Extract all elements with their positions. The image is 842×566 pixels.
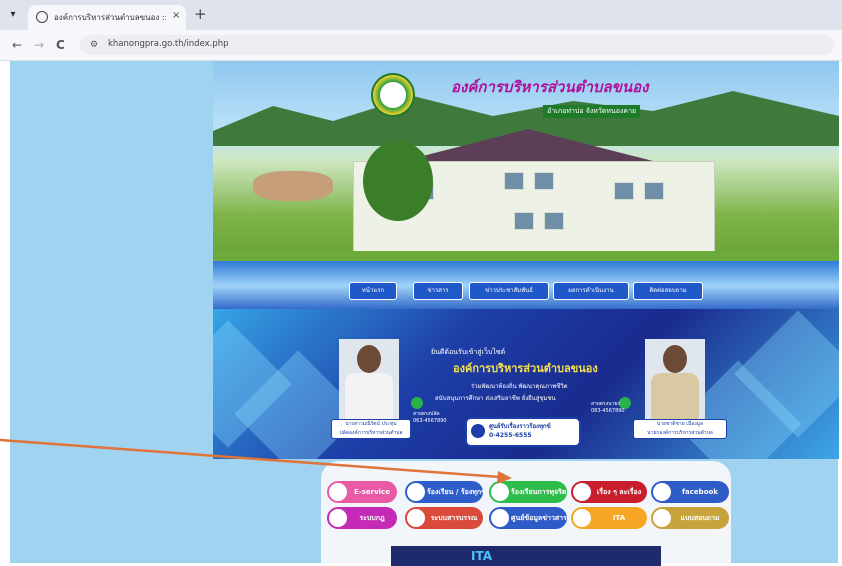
header-banner: องค์การบริหารส่วนตำบลขนอง อำเภอท่าบ่อ จั… (213, 61, 839, 281)
welcome-title: องค์การบริหารส่วนตำบลขนอง (453, 362, 598, 375)
service-survey[interactable]: แบบสอบถาม (651, 507, 729, 529)
service-laws[interactable]: ระบบกฎ (327, 507, 397, 529)
tab-close-icon[interactable]: × (172, 10, 180, 21)
left-phone-label: สายตรงปลัด (413, 411, 440, 417)
complaint-center-box[interactable]: ศูนย์รับเรื่องราวร้องทุกข์ 0-4255-6555 (465, 417, 581, 447)
new-tab-icon[interactable]: + (194, 6, 207, 22)
service-stories[interactable]: เรื่อง ๆ ละเรื่อง (571, 481, 647, 503)
right-phone-label: สายตรงนายก (591, 401, 621, 407)
right-official-name: นายชาติชาย เมืองมูล (656, 421, 704, 427)
left-phone-number: 063-4567890 (413, 418, 447, 424)
browser-toolbar: ← → C ⚙ khanongpra.go.th/index.php (0, 30, 842, 61)
reload-icon[interactable]: C (56, 38, 65, 52)
right-official-portrait (645, 339, 705, 419)
website: องค์การบริหารส่วนตำบลขนอง อำเภอท่าบ่อ จั… (213, 61, 839, 566)
bottom-banner-text: ITA (471, 549, 493, 563)
menu-item-home[interactable]: หน้าแรก (349, 282, 397, 300)
menu-item-pr[interactable]: ข่าวประชาสัมพันธ์ (469, 282, 549, 300)
forward-icon[interactable]: → (34, 38, 44, 52)
menu-item-results[interactable]: ผลการดำเนินงาน (553, 282, 629, 300)
service-facebook[interactable]: facebook (651, 481, 729, 503)
back-icon[interactable]: ← (12, 38, 22, 52)
tab-search-chevron-icon[interactable]: ▾ (6, 8, 20, 22)
url-text[interactable]: khanongpra.go.th/index.php (108, 39, 229, 49)
page-viewport: องค์การบริหารส่วนตำบลขนอง อำเภอท่าบ่อ จั… (0, 61, 842, 566)
right-official-nameplate: นายชาติชาย เมืองมูล นายกองค์การบริหารส่ว… (633, 419, 727, 439)
tree-illustration (363, 141, 433, 221)
welcome-caption: ยินดีต้อนรับเข้าสู่เว็บไซต์ (431, 348, 506, 356)
menu-item-news[interactable]: ข่าวสาร (413, 282, 463, 300)
welcome-quote-2: สนับสนุนการศึกษา ส่งเสริมอาชีพ ยั่งยืนสู… (435, 395, 556, 402)
right-phone-text: สายตรงนายก 083-4567890 (591, 401, 625, 415)
left-phone-icon (411, 397, 423, 409)
left-official-nameplate: นางสาวมณีรัตน์ ประทุม ปลัดองค์การบริหารส… (331, 419, 411, 439)
complaint-center-label: ศูนย์รับเรื่องราวร้องทุกข์ (489, 423, 551, 430)
left-phone-text: สายตรงปลัด 063-4567890 (413, 411, 447, 425)
left-official-name: นางสาวมณีรัตน์ ประทุม (345, 421, 397, 427)
menu-item-contact[interactable]: ติดต่อสอบถาม (633, 282, 703, 300)
service-complaint[interactable]: ร้องเรียน / ร้องทุกข์ (405, 481, 483, 503)
logo-seal[interactable] (371, 73, 415, 117)
service-ita[interactable]: ITA (571, 507, 647, 529)
welcome-banner: ยินดีต้อนรับเข้าสู่เว็บไซต์ องค์การบริหา… (213, 309, 839, 459)
browser-tab[interactable]: องค์การบริหารส่วนตำบลขนอง :: × (28, 5, 186, 30)
site-logo-subtitle: อำเภอท่าบ่อ จังหวัดหนองคาย (543, 105, 641, 118)
right-official-role: นายกองค์การบริหารส่วนตำบล (647, 430, 713, 436)
site-info-icon[interactable]: ⚙ (90, 39, 102, 51)
bottom-banner[interactable]: ITA (391, 546, 661, 566)
left-official-portrait (339, 339, 399, 419)
service-e-document[interactable]: ระบบสารบรรณ (405, 507, 483, 529)
sheep-illustration (253, 171, 333, 201)
right-phone-number: 083-4567890 (591, 408, 625, 414)
tab-bar: ▾ องค์การบริหารส่วนตำบลขนอง :: × + (0, 0, 842, 30)
tab-title: องค์การบริหารส่วนตำบลขนอง :: (54, 13, 166, 22)
favicon-icon (36, 11, 48, 23)
service-e-service[interactable]: E-service (327, 481, 397, 503)
main-menu: หน้าแรก ข่าวสาร ข่าวประชาสัมพันธ์ ผลการด… (213, 276, 839, 302)
service-info-center[interactable]: ศูนย์ข้อมูลข่าวสาร (489, 507, 567, 529)
service-corruption-report[interactable]: ร้องเรียนการทุจริต (489, 481, 567, 503)
services-panel: E-service ร้องเรียน / ร้องทุกข์ ร้องเรีย… (321, 461, 731, 566)
complaint-center-phone: 0-4255-6555 (489, 432, 532, 439)
address-bar[interactable]: ⚙ khanongpra.go.th/index.php (80, 35, 834, 55)
complaint-center-text: ศูนย์รับเรื่องราวร้องทุกข์ 0-4255-6555 (489, 422, 551, 440)
site-logo-title: องค์การบริหารส่วนตำบลขนอง (451, 78, 649, 96)
complaint-center-icon (471, 424, 485, 438)
welcome-quote-1: ร่วมพัฒนาท้องถิ่น พัฒนาคุณภาพชีวิต (471, 383, 568, 390)
left-official-role: ปลัดองค์การบริหารส่วนตำบล (339, 430, 403, 436)
